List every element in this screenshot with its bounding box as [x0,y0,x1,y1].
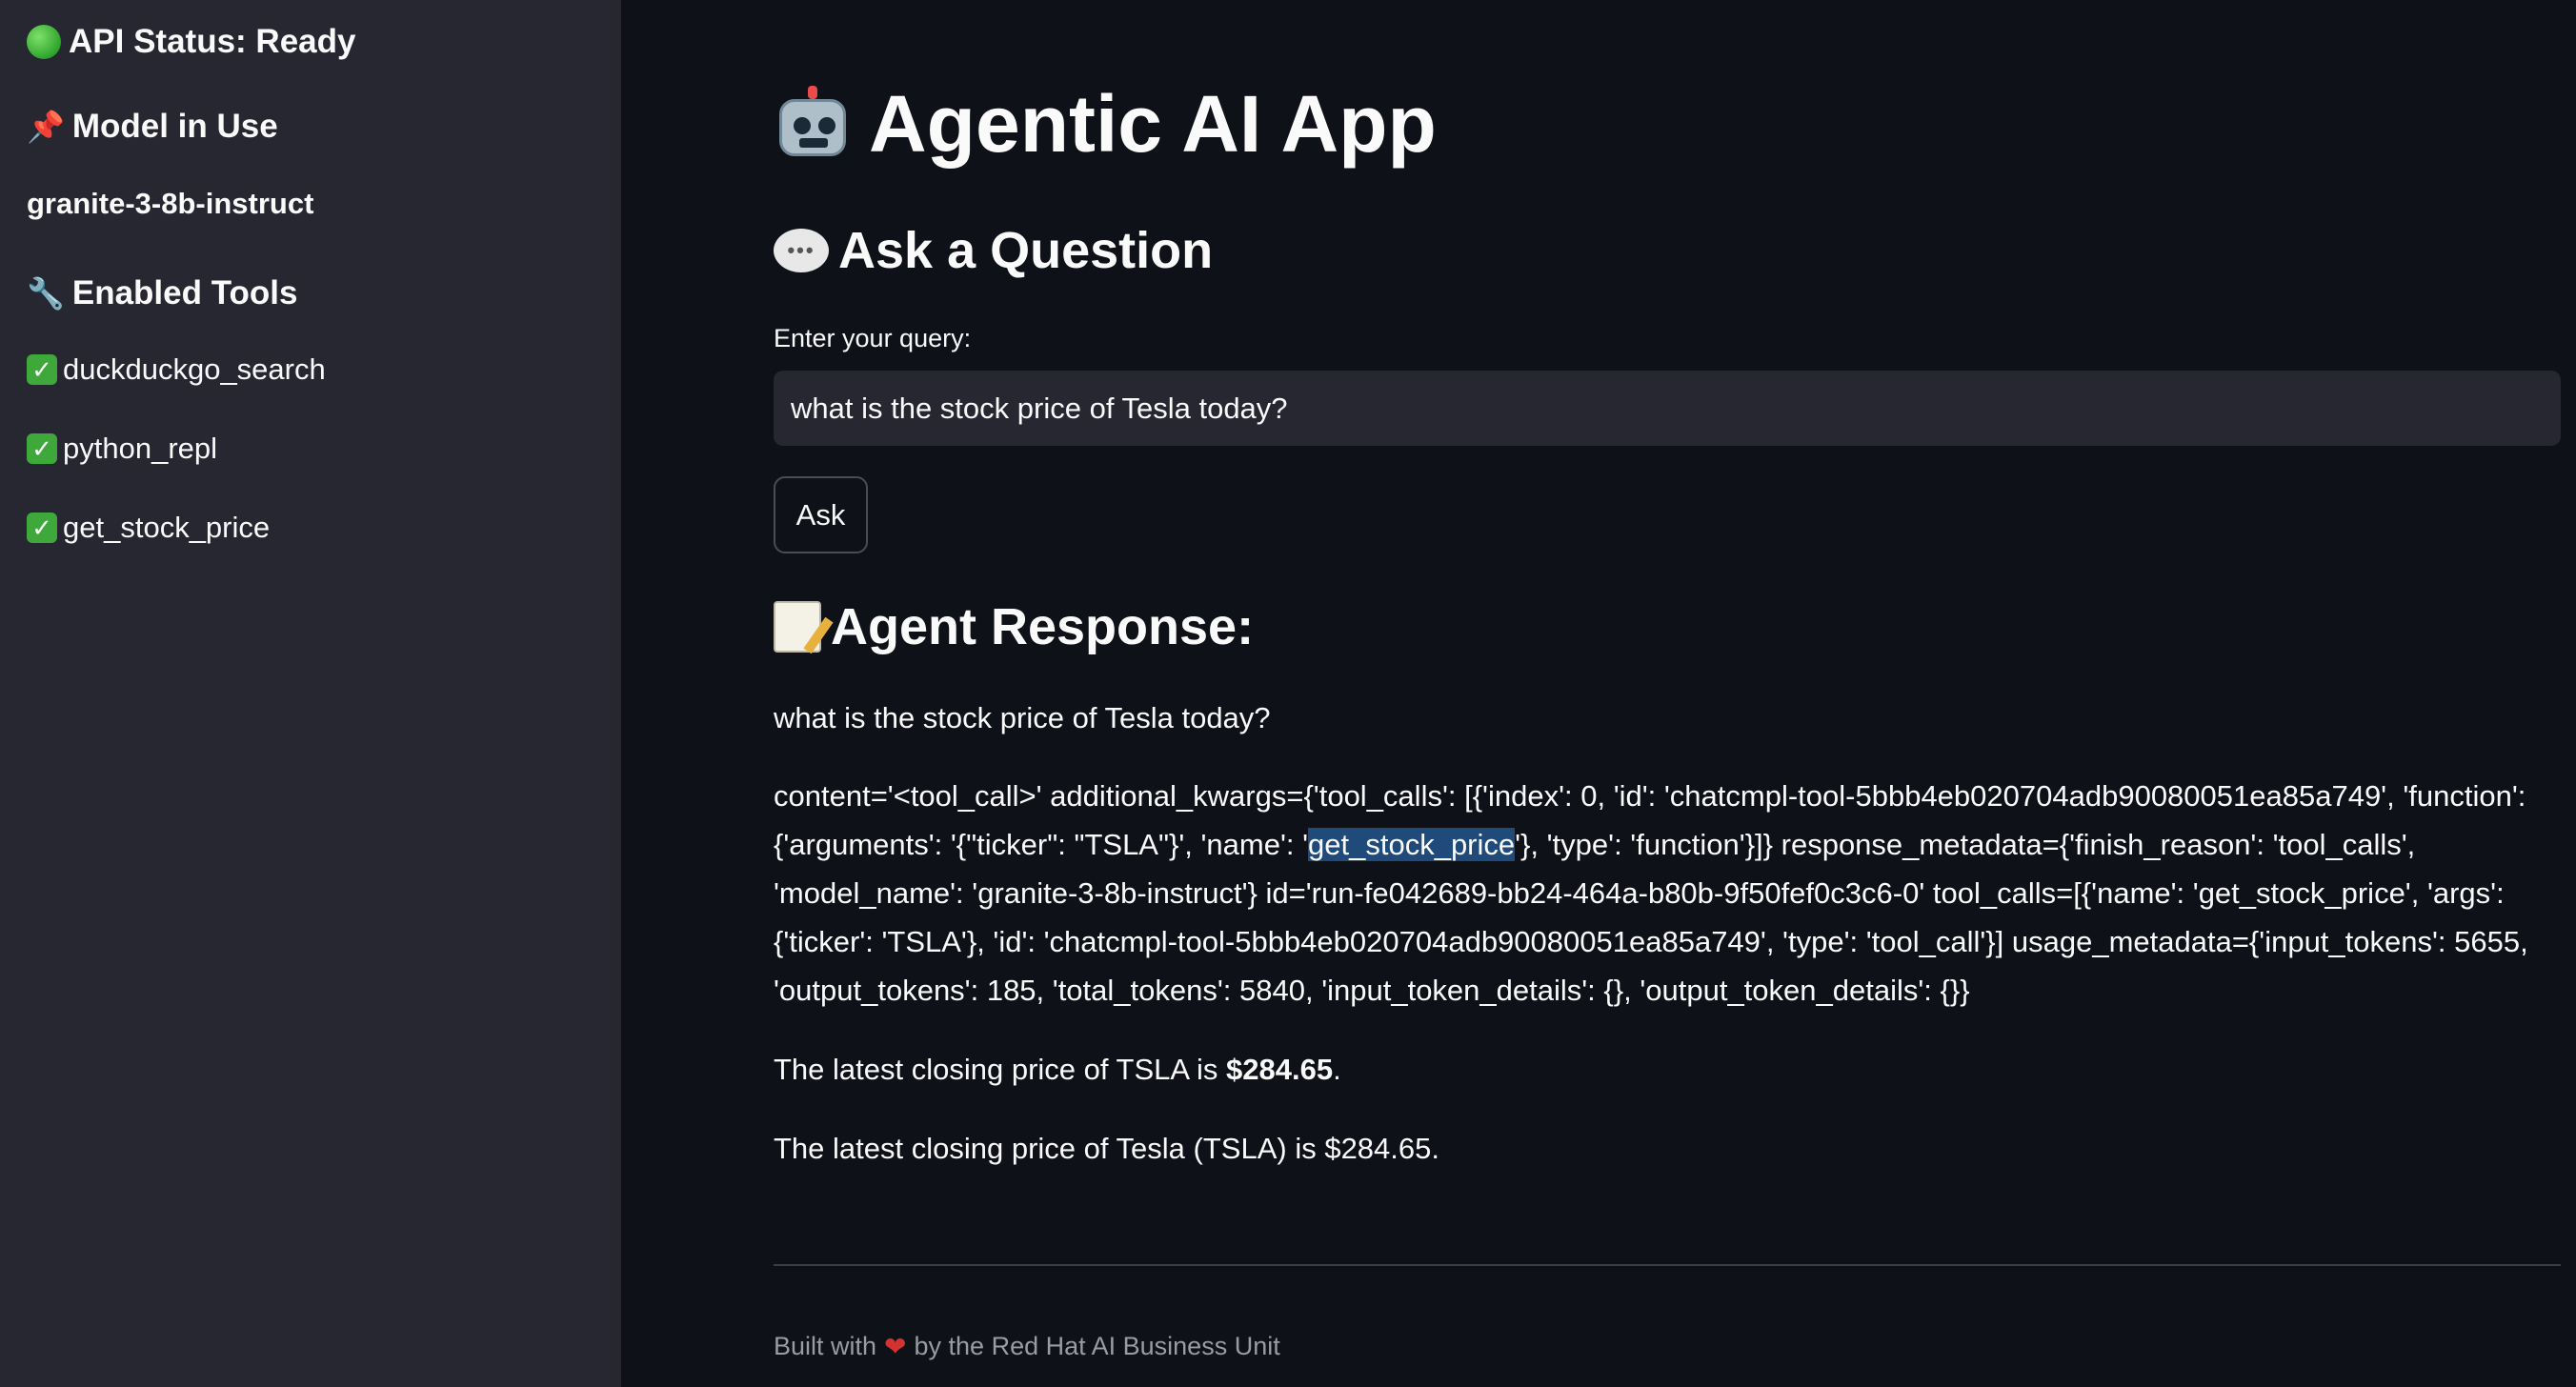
divider [774,1264,2561,1266]
model-heading-label: Model in Use [71,108,278,145]
wrench-icon: 🔧 [27,276,65,311]
tool-item: ✓ get_stock_price [27,511,270,545]
latest-price-line: The latest closing price of TSLA is $284… [774,1045,2561,1094]
latest-price-value: $284.65 [1226,1053,1334,1086]
check-mark-icon: ✓ [27,433,57,464]
api-status-label: API Status: Ready [69,23,356,60]
query-input[interactable] [774,371,2561,446]
final-answer: The latest closing price of Tesla (TSLA)… [774,1132,1439,1165]
tools-heading-label: Enabled Tools [71,274,298,312]
memo-icon [774,601,821,653]
heart-icon: ❤ [884,1332,907,1361]
sidebar: API Status: Ready 📌 Model in Use granite… [0,0,621,1387]
page-title-text: Agentic AI App [869,79,1437,169]
tools-heading: 🔧 Enabled Tools [27,274,297,312]
tool-item-label: duckduckgo_search [63,352,326,386]
tool-item-label: get_stock_price [63,511,271,544]
pushpin-icon: 📌 [27,110,65,144]
speech-bubble-icon: ••• [774,229,829,272]
green-circle-icon [27,25,61,59]
response-heading-text: Agent Response: [831,598,1255,655]
model-heading: 📌 Model in Use [27,108,278,146]
model-name: granite-3-8b-instruct [27,187,314,220]
robot-icon [774,85,852,164]
query-label: Enter your query: [774,324,972,352]
ask-heading-text: Ask a Question [838,222,1214,279]
response-heading: Agent Response: [774,597,1254,656]
ask-heading: ••• Ask a Question [774,221,1213,280]
check-mark-icon: ✓ [27,354,57,385]
api-status: API Status: Ready [27,23,355,61]
raw-tool-call-output: content='<tool_call>' additional_kwargs=… [774,772,2561,1015]
tool-item: ✓ duckduckgo_search [27,352,326,387]
tool-item-label: python_repl [63,432,218,465]
latest-price-suffix: . [1333,1053,1341,1086]
latest-price-prefix: The latest closing price of TSLA is [774,1053,1226,1086]
footer-prefix: Built with [774,1332,877,1360]
footer: Built with ❤ by the Red Hat AI Business … [774,1331,1280,1362]
tool-item: ✓ python_repl [27,432,217,466]
check-mark-icon: ✓ [27,513,57,543]
page-title: Agentic AI App [774,78,1437,171]
footer-suffix: by the Red Hat AI Business Unit [914,1332,1280,1360]
ask-button[interactable]: Ask [774,476,868,553]
response-query: what is the stock price of Tesla today? [774,701,1271,734]
highlighted-text: get_stock_price [1308,828,1516,861]
